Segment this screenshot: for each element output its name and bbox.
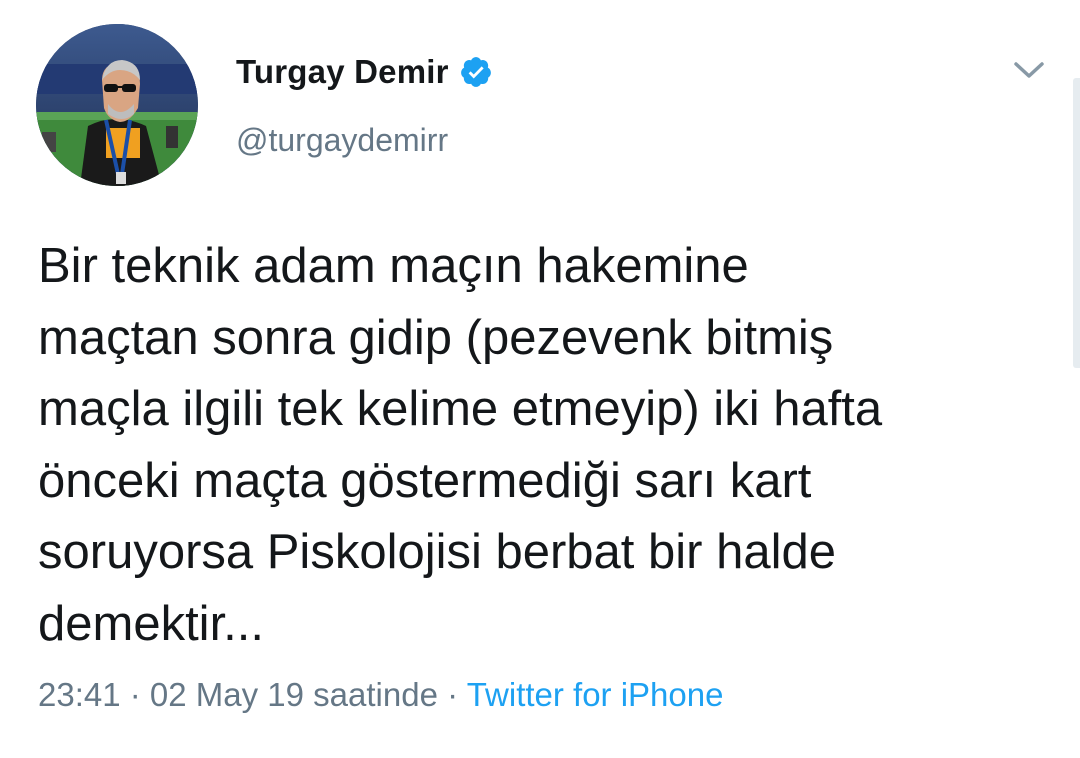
verified-badge-icon bbox=[459, 55, 493, 89]
display-name[interactable]: Turgay Demir bbox=[236, 53, 449, 91]
tweet-text-line: maçtan sonra gidip (pezevenk bitmiş bbox=[38, 310, 834, 365]
tweet-source-link[interactable]: Twitter for iPhone bbox=[467, 676, 724, 713]
tweet-text-line: demektir... bbox=[38, 596, 265, 651]
chevron-down-icon[interactable] bbox=[1008, 52, 1050, 86]
meta-separator: · bbox=[447, 676, 459, 713]
tweet-text-line: soruyorsa Piskolojisi berbat bir halde bbox=[38, 525, 836, 579]
author-row[interactable]: Turgay Demir bbox=[236, 50, 493, 94]
tweet-text: Bir teknik adam maçın hakemine maçtan so… bbox=[38, 231, 1038, 660]
user-handle[interactable]: @turgaydemirr bbox=[236, 122, 448, 159]
scrollbar[interactable] bbox=[1073, 78, 1080, 368]
tweet-meta: 23:41 · 02 May 19 saatinde · Twitter for… bbox=[38, 676, 723, 714]
tweet-text-line: önceki maçta göstermediği sarı kart bbox=[38, 453, 812, 508]
tweet-text-line: Bir teknik adam maçın hakemine bbox=[38, 239, 749, 293]
avatar-image bbox=[36, 24, 198, 186]
tweet-text-line: maçla ilgili tek kelime etmeyip) iki haf… bbox=[38, 382, 883, 436]
tweet-timestamp[interactable]: 23:41 · 02 May 19 saatinde bbox=[38, 676, 438, 713]
avatar[interactable] bbox=[36, 24, 198, 186]
